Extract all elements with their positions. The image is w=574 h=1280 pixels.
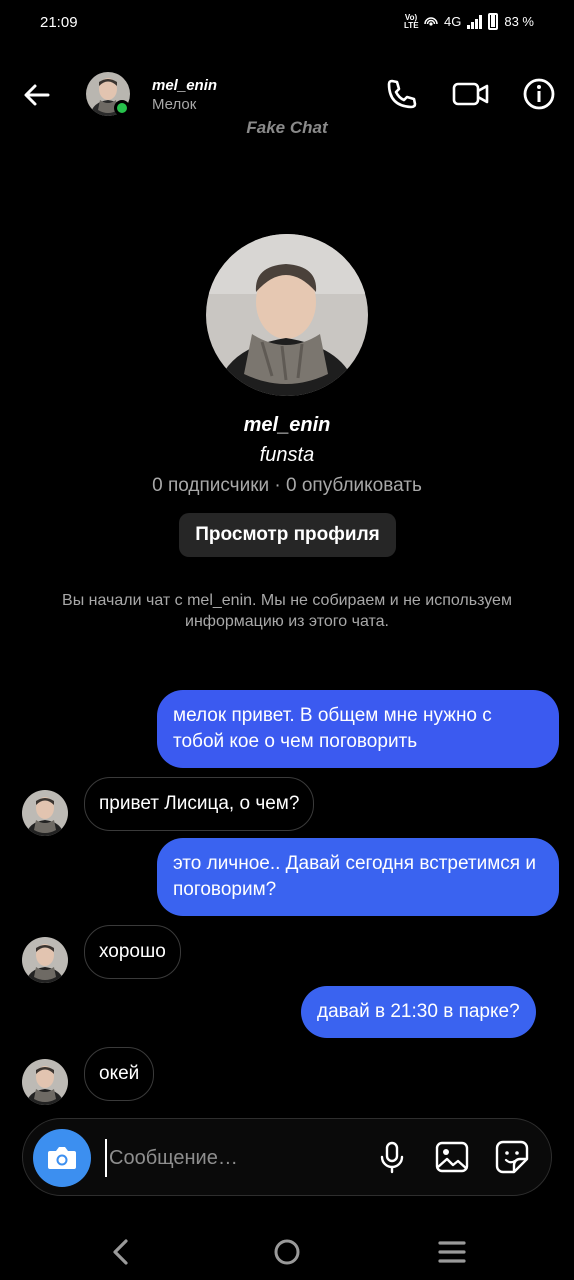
message-composer (22, 1118, 552, 1196)
online-status-dot (114, 100, 130, 116)
network-type: 4G (444, 14, 462, 29)
gallery-icon[interactable] (434, 1139, 470, 1175)
camera-button[interactable] (33, 1129, 91, 1187)
status-icons: Vo) LTE 4G 83 % (404, 13, 534, 30)
profile-avatar[interactable] (206, 234, 368, 396)
nav-home-icon[interactable] (267, 1232, 307, 1272)
microphone-icon[interactable] (374, 1139, 410, 1175)
signal-icon (467, 14, 483, 29)
status-bar: 21:09 Vo) LTE 4G 83 % (0, 0, 574, 46)
message-incoming[interactable]: окей (84, 1047, 155, 1101)
message-outgoing[interactable]: давай в 21:30 в парке? (301, 986, 536, 1038)
header-username[interactable]: mel_enin (152, 77, 217, 94)
message-outgoing[interactable]: мелок привет. В общем мне нужно с тобой … (157, 690, 559, 768)
avatar[interactable] (22, 937, 68, 983)
camera-icon (48, 1147, 76, 1169)
info-icon[interactable] (521, 76, 557, 112)
phone-icon[interactable] (383, 76, 419, 112)
system-navbar (0, 1222, 574, 1280)
profile-username: mel_enin (243, 414, 331, 436)
video-icon[interactable] (451, 76, 491, 112)
message-input[interactable] (105, 1139, 355, 1177)
chat-info-note: Вы начали чат с mel_enin. Мы не собираем… (62, 592, 512, 630)
nav-back-icon[interactable] (101, 1232, 141, 1272)
view-profile-button[interactable]: Просмотр профиля (179, 513, 396, 557)
battery-icon (488, 13, 499, 30)
nav-recents-icon[interactable] (432, 1232, 472, 1272)
profile-subtitle: funsta (259, 444, 315, 466)
sticker-icon[interactable] (494, 1139, 530, 1175)
watermark: Fake Chat (246, 118, 328, 137)
status-time: 21:09 (40, 14, 78, 31)
message-outgoing[interactable]: это личное.. Давай сегодня встретимся и … (157, 838, 559, 916)
avatar[interactable] (22, 790, 68, 836)
hotspot-icon (424, 16, 438, 26)
volte-indicator: Vo) LTE (404, 12, 419, 30)
battery-level: 83 % (504, 14, 534, 29)
message-incoming[interactable]: хорошо (84, 925, 181, 979)
header-subtitle: Мелок (152, 96, 197, 113)
message-incoming[interactable]: привет Лисица, о чем? (84, 777, 315, 831)
back-arrow-icon[interactable] (20, 78, 54, 112)
profile-stats: 0 подписчики · 0 опубликовать (152, 475, 422, 496)
avatar[interactable] (22, 1059, 68, 1105)
